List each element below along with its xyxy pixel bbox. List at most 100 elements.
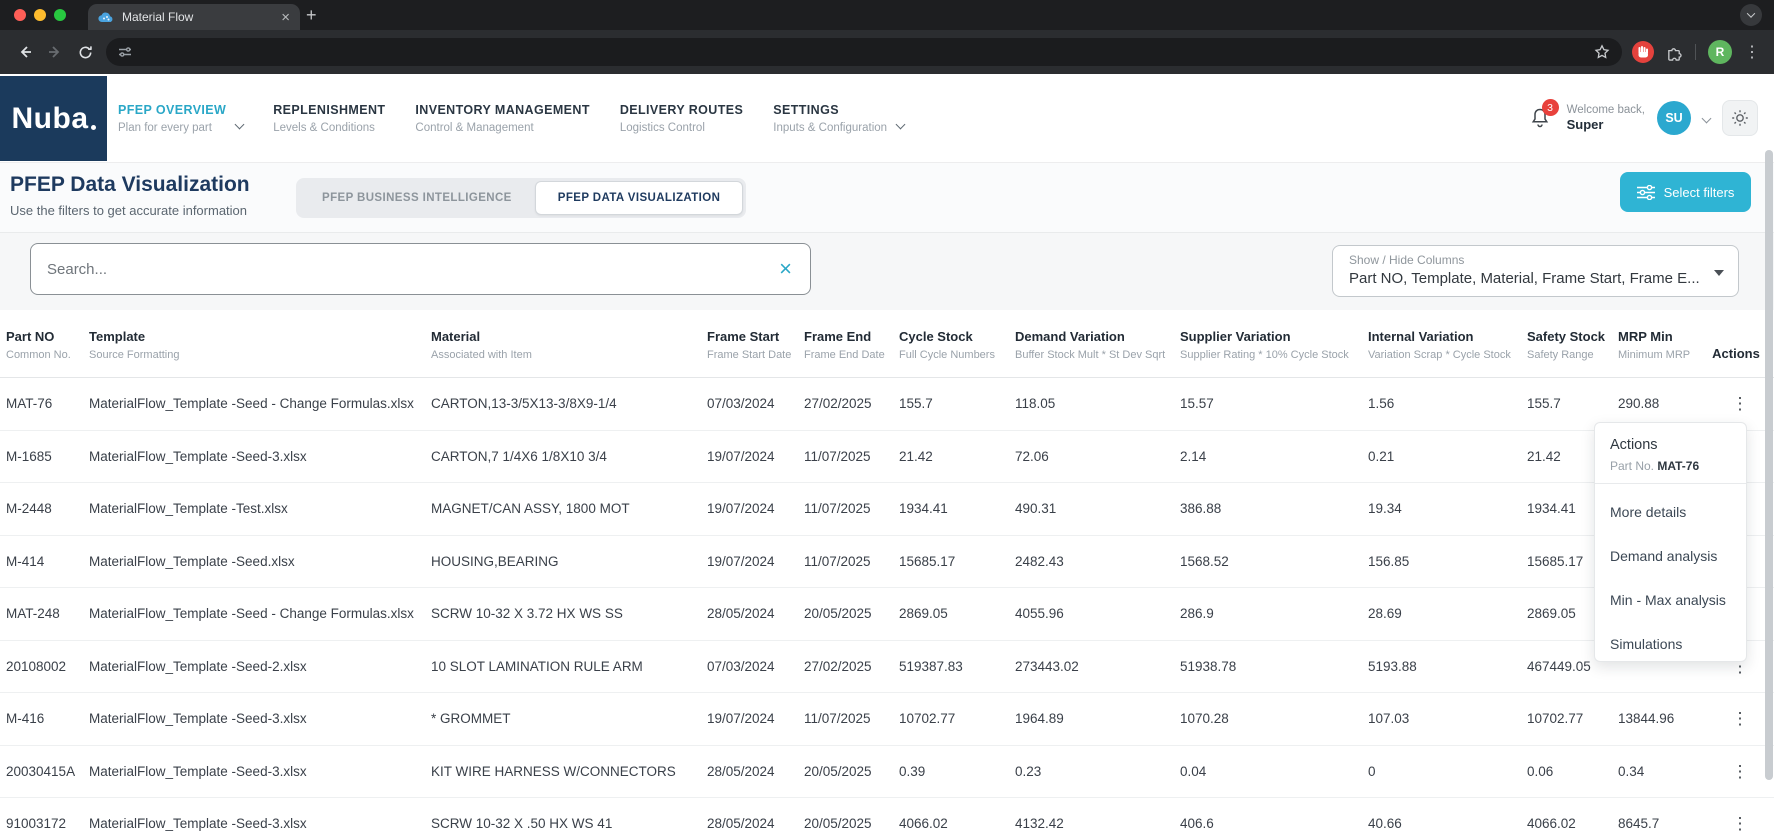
close-window-button[interactable] — [14, 9, 26, 21]
actions-menu-header: Actions Part No. MAT-76 — [1595, 423, 1746, 484]
nav-item-sublabel: Inputs & Configuration — [773, 122, 887, 134]
table-cell: 4055.96 — [1015, 588, 1180, 640]
back-button[interactable] — [10, 37, 40, 67]
nav-item-sublabel: Logistics Control — [620, 122, 743, 134]
browser-chrome: Material Flow × + — [0, 0, 1774, 74]
browser-profile-avatar[interactable]: R — [1708, 40, 1732, 64]
chevron-down-icon — [1747, 9, 1755, 17]
row-actions-button[interactable]: ⋮ — [1732, 395, 1749, 412]
table-cell: 28.69 — [1368, 588, 1527, 640]
show-hide-columns-select[interactable]: Show / Hide Columns Part NO, Template, M… — [1332, 245, 1739, 297]
nav-item[interactable]: DELIVERY ROUTES Logistics Control — [620, 103, 743, 134]
table-cell: KIT WIRE HARNESS W/CONNECTORS — [431, 746, 707, 798]
url-bar[interactable] — [106, 38, 1622, 66]
new-tab-button[interactable]: + — [306, 5, 317, 26]
table-cell: 19/07/2024 — [707, 483, 804, 535]
bookmark-star-icon[interactable] — [1594, 44, 1610, 60]
adblock-extension-icon[interactable] — [1632, 41, 1654, 63]
tab-search-button[interactable] — [1740, 4, 1762, 26]
table-cell: 72.06 — [1015, 431, 1180, 483]
column-header: Frame StartFrame Start Date — [707, 329, 804, 361]
minimize-window-button[interactable] — [34, 9, 46, 21]
table-cell: 1568.52 — [1180, 536, 1368, 588]
table-cell: M-1685 — [6, 431, 89, 483]
table-cell: 27/02/2025 — [804, 378, 899, 430]
table-cell: 286.9 — [1180, 588, 1368, 640]
actions-menu-item[interactable]: Demand analysis — [1595, 534, 1746, 578]
actions-menu: Actions Part No. MAT-76 More detailsDema… — [1594, 422, 1747, 662]
page-tab[interactable]: PFEP DATA VISUALIZATION — [535, 181, 744, 215]
table-cell: 1934.41 — [899, 483, 1015, 535]
column-header: Supplier VariationSupplier Rating * 10% … — [1180, 329, 1368, 361]
notifications-button[interactable]: 3 — [1525, 103, 1555, 133]
extensions-puzzle-icon[interactable] — [1666, 44, 1683, 61]
page-tab[interactable]: PFEP BUSINESS INTELLIGENCE — [299, 181, 535, 215]
table-cell: * GROMMET — [431, 693, 707, 745]
table-row: MAT-76MaterialFlow_Template -Seed - Chan… — [0, 378, 1774, 431]
nav-item-label: DELIVERY ROUTES — [620, 103, 743, 117]
toolbar-extensions: R ⋮ — [1632, 40, 1764, 64]
profile-chevron-down-icon[interactable] — [1703, 109, 1710, 127]
nav-item[interactable]: INVENTORY MANAGEMENT Control & Managemen… — [415, 103, 589, 134]
nav-item[interactable]: PFEP OVERVIEW Plan for every part — [118, 103, 243, 134]
user-avatar[interactable]: SU — [1657, 101, 1691, 135]
table-cell: 07/03/2024 — [707, 378, 804, 430]
table-cell: 20/05/2025 — [804, 746, 899, 798]
row-actions-button[interactable]: ⋮ — [1732, 815, 1749, 832]
table-cell: MaterialFlow_Template -Seed - Change For… — [89, 378, 431, 430]
table-cell: MaterialFlow_Template -Seed - Change For… — [89, 588, 431, 640]
table-cell: 91003172 — [6, 798, 89, 835]
reload-button[interactable] — [70, 37, 100, 67]
column-header: Frame EndFrame End Date — [804, 329, 899, 361]
forward-button[interactable] — [40, 37, 70, 67]
nav-items: PFEP OVERVIEW Plan for every part REPLEN… — [118, 74, 904, 162]
actions-menu-item[interactable]: More details — [1595, 490, 1746, 534]
table-cell: 156.85 — [1368, 536, 1527, 588]
table-cell: 118.05 — [1015, 378, 1180, 430]
table-cell: M-416 — [6, 693, 89, 745]
nav-item[interactable]: SETTINGS Inputs & Configuration — [773, 103, 904, 134]
tab-close-icon[interactable]: × — [281, 10, 290, 25]
browser-tab[interactable]: Material Flow × — [88, 4, 300, 30]
clear-search-icon[interactable]: × — [779, 258, 792, 280]
table-cell: 19/07/2024 — [707, 693, 804, 745]
table-cell: 0.39 — [899, 746, 1015, 798]
table-cell: 28/05/2024 — [707, 798, 804, 835]
table-row: M-1685MaterialFlow_Template -Seed-3.xlsx… — [0, 431, 1774, 484]
nav-item-label: SETTINGS — [773, 103, 887, 117]
browser-toolbar: R ⋮ — [0, 30, 1774, 74]
table-cell: 15685.17 — [899, 536, 1015, 588]
nav-item-sublabel: Plan for every part — [118, 122, 226, 134]
actions-menu-item[interactable]: Min - Max analysis — [1595, 578, 1746, 622]
maximize-window-button[interactable] — [54, 9, 66, 21]
nuba-logo[interactable]: Nuba — [0, 76, 107, 161]
browser-menu-icon[interactable]: ⋮ — [1744, 42, 1760, 62]
actions-menu-part-number: Part No. MAT-76 — [1610, 459, 1731, 473]
select-filters-button[interactable]: Select filters — [1620, 172, 1751, 212]
column-header: TemplateSource Formatting — [89, 329, 431, 361]
theme-toggle-button[interactable] — [1722, 100, 1758, 136]
table-cell: 20030415A — [6, 746, 89, 798]
filter-sliders-icon — [1637, 185, 1655, 200]
table-cell: 10702.77 — [1527, 693, 1618, 745]
row-actions-button[interactable]: ⋮ — [1732, 763, 1749, 780]
table-cell: M-2448 — [6, 483, 89, 535]
table-cell: 4066.02 — [899, 798, 1015, 835]
row-actions-button[interactable]: ⋮ — [1732, 710, 1749, 727]
table-row: MAT-248MaterialFlow_Template -Seed - Cha… — [0, 588, 1774, 641]
nav-item[interactable]: REPLENISHMENT Levels & Conditions — [273, 103, 385, 134]
column-header: Actions — [1706, 346, 1774, 361]
site-settings-icon[interactable] — [118, 45, 132, 59]
table-cell: 0 — [1368, 746, 1527, 798]
window-controls[interactable] — [14, 9, 66, 21]
search-input[interactable] — [31, 244, 779, 294]
table-row: 20030415AMaterialFlow_Template -Seed-3.x… — [0, 746, 1774, 799]
scrollbar-thumb[interactable] — [1765, 150, 1773, 780]
app-navbar: Nuba PFEP OVERVIEW Plan for every part R… — [0, 74, 1774, 163]
actions-menu-item[interactable]: Simulations — [1595, 622, 1746, 666]
page-tabs: PFEP BUSINESS INTELLIGENCE PFEP DATA VIS… — [296, 178, 746, 218]
table-cell: 5193.88 — [1368, 641, 1527, 693]
table-cell: 107.03 — [1368, 693, 1527, 745]
tab-strip: Material Flow × + — [0, 0, 1774, 30]
table-body: MAT-76MaterialFlow_Template -Seed - Chan… — [0, 378, 1774, 835]
